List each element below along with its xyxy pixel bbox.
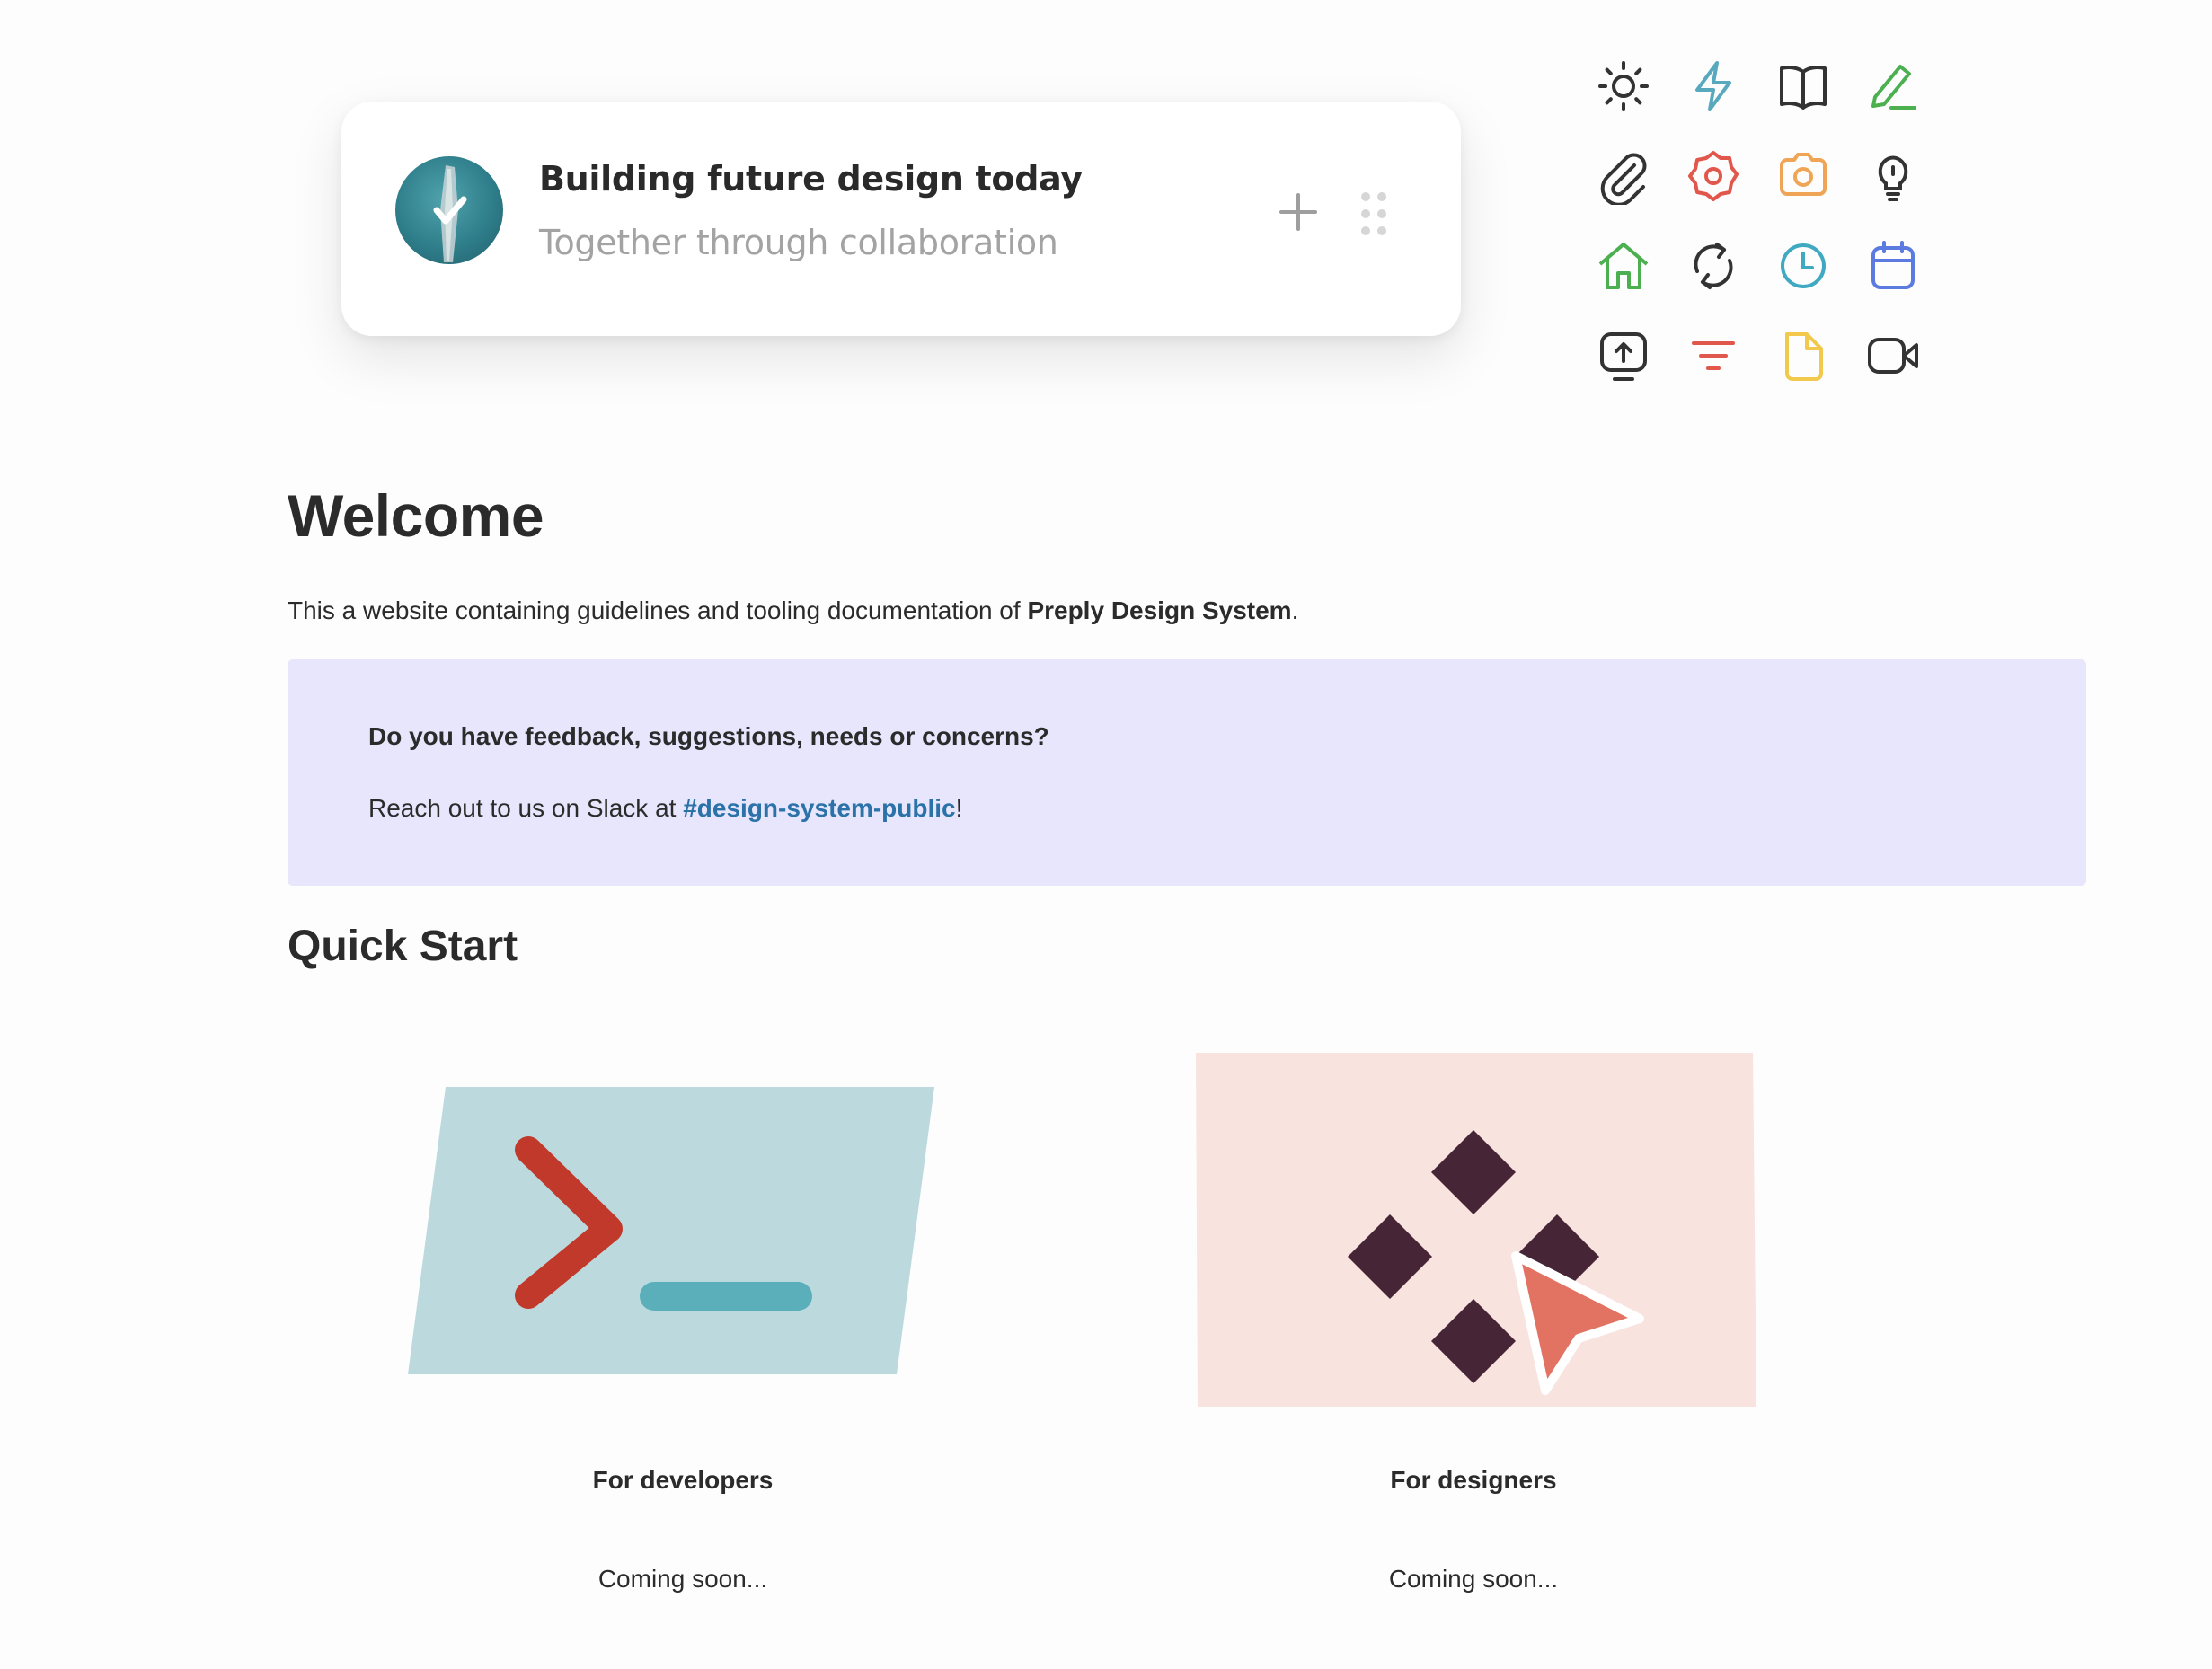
pencil-icon <box>1864 57 1922 115</box>
hero-title: Building future design today <box>539 159 1083 199</box>
avatar <box>395 156 503 264</box>
upload-screen-icon <box>1595 327 1652 384</box>
hero-subtitle: Together through collaboration <box>539 223 1058 262</box>
intro-text: This a website containing guidelines and… <box>288 596 1298 625</box>
document-icon <box>1774 327 1832 384</box>
home-icon <box>1595 237 1652 295</box>
video-icon <box>1864 327 1922 384</box>
sun-icon <box>1595 57 1652 115</box>
gear-icon <box>1685 147 1742 205</box>
slack-channel-link[interactable]: #design-system-public <box>683 794 955 822</box>
terminal-cursor-icon <box>640 1282 812 1311</box>
feedback-callout: Do you have feedback, suggestions, needs… <box>288 659 2086 886</box>
icon-grid <box>1595 57 1954 381</box>
quick-start-title: Quick Start <box>288 923 518 970</box>
book-icon <box>1774 57 1832 115</box>
add-icon[interactable] <box>1276 190 1321 234</box>
callout-question: Do you have feedback, suggestions, needs… <box>368 722 1049 750</box>
refresh-icon <box>1685 237 1742 295</box>
intro-prefix: This a website containing guidelines and… <box>288 596 1028 624</box>
intro-brand: Preply Design System <box>1027 596 1292 624</box>
callout-line-suffix: ! <box>955 794 963 822</box>
drag-handle-icon[interactable] <box>1357 190 1393 238</box>
filter-icon <box>1685 327 1742 384</box>
page-title: Welcome <box>288 482 544 549</box>
callout-line-prefix: Reach out to us on Slack at <box>368 794 684 822</box>
designers-card-status: Coming soon... <box>1388 1565 1559 1593</box>
hero-card: Building future design today Together th… <box>341 102 1461 336</box>
designers-card-label[interactable]: For designers <box>1249 1466 1698 1495</box>
lightning-icon <box>1685 57 1742 115</box>
developer-card-illustration[interactable] <box>404 1078 943 1383</box>
lightbulb-icon <box>1864 147 1922 205</box>
calendar-icon <box>1864 237 1922 295</box>
camera-icon <box>1774 147 1832 205</box>
developers-card-label[interactable]: For developers <box>458 1466 907 1495</box>
intro-suffix: . <box>1291 596 1299 624</box>
developers-card-status: Coming soon... <box>597 1565 768 1593</box>
callout-line: Reach out to us on Slack at #design-syst… <box>368 794 962 823</box>
clock-icon <box>1774 237 1832 295</box>
designer-card-illustration[interactable] <box>1190 1051 1765 1410</box>
paperclip-icon <box>1595 147 1652 207</box>
